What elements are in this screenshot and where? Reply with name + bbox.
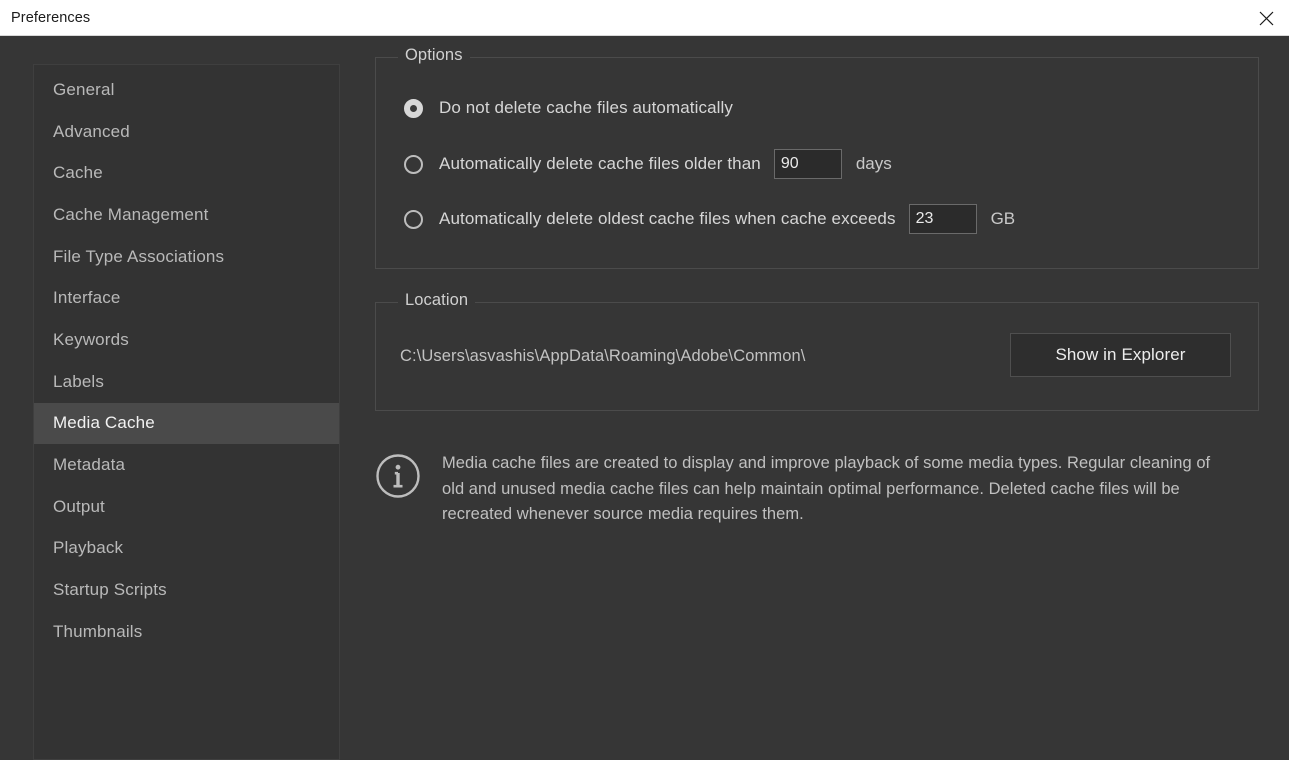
sidebar-item-output[interactable]: Output [34,486,339,528]
sidebar-item-label: Advanced [53,122,130,142]
radio-delete-when-exceeds[interactable] [404,210,423,229]
sidebar-item-labels[interactable]: Labels [34,361,339,403]
sidebar-item-metadata[interactable]: Metadata [34,444,339,486]
preferences-category-list[interactable]: General Advanced Cache Cache Management … [33,64,340,760]
info-note: Media cache files are created to display… [375,451,1255,528]
location-group: Location C:\Users\asvashis\AppData\Roami… [375,302,1259,411]
options-group-title: Options [398,46,470,65]
sidebar-item-label: Keywords [53,330,129,350]
sidebar-item-interface[interactable]: Interface [34,277,339,319]
close-icon[interactable] [1243,0,1289,36]
window-titlebar: Preferences [0,0,1289,36]
sidebar-item-file-type-associations[interactable]: File Type Associations [34,236,339,278]
sidebar-item-label: Labels [53,372,104,392]
sidebar-item-cache-management[interactable]: Cache Management [34,194,339,236]
sidebar-item-label: File Type Associations [53,247,224,267]
size-limit-input[interactable] [909,204,977,234]
sidebar-item-label: Cache [53,163,103,183]
show-in-explorer-button[interactable]: Show in Explorer [1010,333,1231,377]
sidebar-item-cache[interactable]: Cache [34,152,339,194]
sidebar-item-label: General [53,80,115,100]
sidebar-item-label: Playback [53,538,123,558]
sidebar-item-media-cache[interactable]: Media Cache [34,403,339,445]
info-note-text: Media cache files are created to display… [442,451,1232,528]
sidebar-item-keywords[interactable]: Keywords [34,319,339,361]
radio-do-not-delete-label: Do not delete cache files automatically [439,98,733,118]
sidebar-item-label: Thumbnails [53,622,142,642]
options-group: Options Do not delete cache files automa… [375,57,1259,269]
days-input[interactable] [774,149,842,179]
radio-delete-when-exceeds-label: Automatically delete oldest cache files … [439,209,896,229]
radio-do-not-delete[interactable] [404,99,423,118]
days-unit-label: days [856,154,892,174]
sidebar-item-label: Startup Scripts [53,580,167,600]
location-group-title: Location [398,291,475,310]
sidebar-item-label: Output [53,497,105,517]
info-circle-icon [375,453,421,499]
size-unit-label: GB [991,209,1016,229]
cache-location-path: C:\Users\asvashis\AppData\Roaming\Adobe\… [400,347,805,366]
option-row-no-auto-delete[interactable]: Do not delete cache files automatically [404,98,733,118]
media-cache-settings-pane: Options Do not delete cache files automa… [375,57,1259,411]
sidebar-item-label: Metadata [53,455,125,475]
sidebar-item-advanced[interactable]: Advanced [34,111,339,153]
preferences-body: General Advanced Cache Cache Management … [0,37,1289,741]
sidebar-item-playback[interactable]: Playback [34,528,339,570]
sidebar-item-label: Media Cache [53,413,155,433]
radio-delete-older-than[interactable] [404,155,423,174]
radio-delete-older-than-label: Automatically delete cache files older t… [439,154,761,174]
sidebar-item-label: Cache Management [53,205,209,225]
option-row-delete-when-exceeds[interactable]: Automatically delete oldest cache files … [404,204,1015,234]
sidebar-item-label: Interface [53,288,121,308]
sidebar-item-startup-scripts[interactable]: Startup Scripts [34,569,339,611]
window-title: Preferences [11,10,90,26]
sidebar-item-thumbnails[interactable]: Thumbnails [34,611,339,653]
option-row-delete-older-than[interactable]: Automatically delete cache files older t… [404,149,892,179]
sidebar-item-general[interactable]: General [34,69,339,111]
